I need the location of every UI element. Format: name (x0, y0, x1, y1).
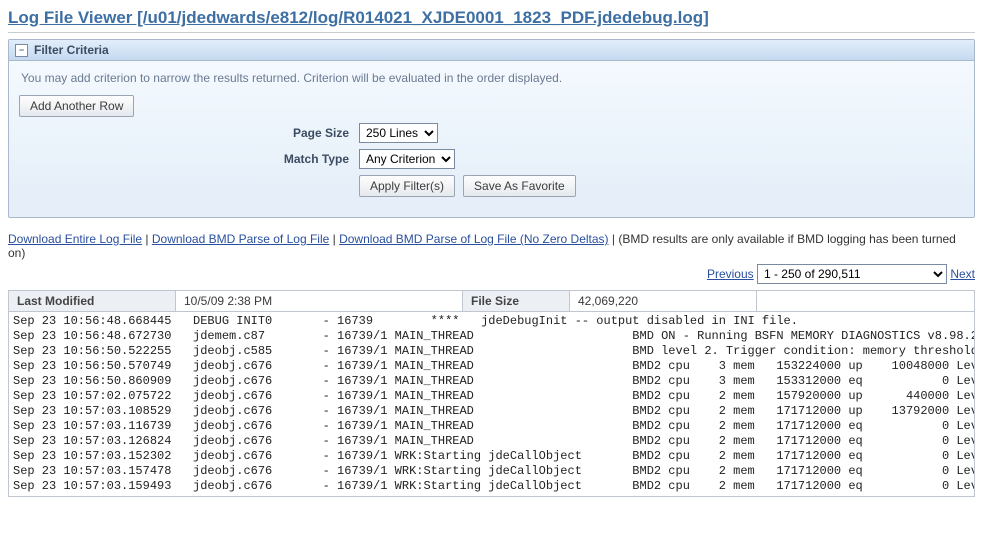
filter-header: − Filter Criteria (9, 40, 974, 61)
filter-header-label: Filter Criteria (34, 43, 109, 57)
last-modified-label: Last Modified (9, 291, 176, 312)
divider (8, 32, 975, 33)
page-title: Log File Viewer [/u01/jdedwards/e812/log… (8, 8, 975, 28)
download-bmd-nz-link[interactable]: Download BMD Parse of Log File (No Zero … (339, 232, 608, 246)
file-size-label: File Size (463, 291, 570, 312)
save-favorite-button[interactable]: Save As Favorite (463, 175, 576, 197)
page-range-select[interactable]: 1 - 250 of 290,511 (757, 264, 947, 284)
filter-description: You may add criterion to narrow the resu… (21, 71, 964, 85)
file-size-value: 42,069,220 (570, 291, 757, 312)
match-type-select[interactable]: Any Criterion (359, 149, 455, 169)
download-entire-link[interactable]: Download Entire Log File (8, 232, 142, 246)
filter-panel: − Filter Criteria You may add criterion … (8, 39, 975, 218)
next-link[interactable]: Next (950, 267, 975, 281)
download-bmd-link[interactable]: Download BMD Parse of Log File (152, 232, 329, 246)
apply-filters-button[interactable]: Apply Filter(s) (359, 175, 455, 197)
meta-table: Last Modified 10/5/09 2:38 PM File Size … (8, 290, 975, 312)
last-modified-value: 10/5/09 2:38 PM (176, 291, 463, 312)
download-links-row: Download Entire Log File | Download BMD … (8, 232, 975, 260)
pager: Previous 1 - 250 of 290,511 Next (8, 264, 975, 284)
previous-link[interactable]: Previous (707, 267, 754, 281)
log-content: Sep 23 10:56:48.668445 DEBUG INIT0 - 167… (8, 312, 975, 497)
match-type-label: Match Type (19, 152, 349, 166)
meta-spacer (757, 291, 975, 312)
collapse-icon[interactable]: − (15, 44, 28, 57)
page-size-select[interactable]: 250 Lines (359, 123, 438, 143)
add-row-button[interactable]: Add Another Row (19, 95, 134, 117)
page-size-label: Page Size (19, 126, 349, 140)
